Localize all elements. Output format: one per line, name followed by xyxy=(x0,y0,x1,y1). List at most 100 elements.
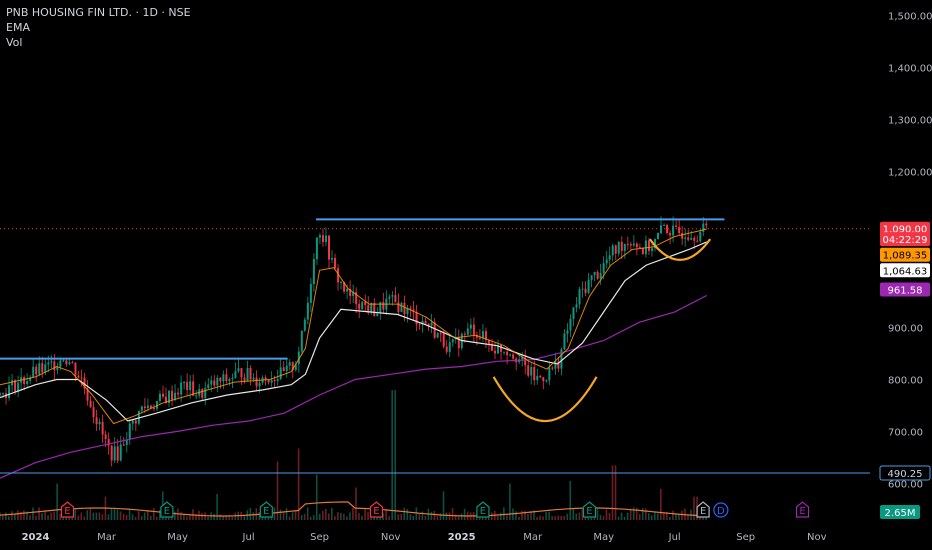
candle-body xyxy=(2,393,5,395)
symbol-title[interactable]: PNB HOUSING FIN LTD. · 1D · NSE xyxy=(6,6,191,20)
candle-body xyxy=(463,333,466,335)
candle-body xyxy=(503,351,506,353)
volume-bar xyxy=(457,516,460,520)
x-tick-label: Mar xyxy=(97,532,117,543)
volume-bar xyxy=(77,515,80,520)
candle-body xyxy=(669,232,672,236)
candle-body xyxy=(228,379,231,381)
candle-body xyxy=(494,350,497,354)
volume-bar xyxy=(243,515,246,520)
volume-bar xyxy=(343,513,345,520)
volume-bar xyxy=(599,514,602,520)
candle-body xyxy=(249,367,252,380)
candle-body xyxy=(222,374,225,382)
earnings-marker[interactable]: E xyxy=(259,501,273,518)
earnings-marker[interactable]: E xyxy=(476,501,490,518)
volume-bar xyxy=(309,516,312,520)
price-chart[interactable]: 1,500.00 1,400.00 1,300.00 1,200.00 900.00 80… xyxy=(0,0,932,550)
candle-body xyxy=(35,366,38,375)
earnings-marker[interactable]: E xyxy=(582,501,597,518)
candle-body xyxy=(273,380,276,382)
earnings-marker[interactable]: E xyxy=(795,501,810,518)
volume-bar xyxy=(279,509,282,520)
candle-body xyxy=(346,288,349,292)
volume-bar xyxy=(2,515,4,520)
volume-bar xyxy=(23,510,25,520)
candle-body xyxy=(177,392,180,395)
volume-bar xyxy=(650,515,653,520)
candle-body xyxy=(388,296,391,299)
candle-body xyxy=(80,377,83,379)
volume-bar xyxy=(424,515,427,520)
volume-bar xyxy=(388,516,390,520)
volume-bar xyxy=(113,507,116,520)
volume-bar xyxy=(500,512,502,520)
x-tick-label: Jul xyxy=(668,532,681,543)
volume-bar xyxy=(626,512,629,520)
ema-long-line xyxy=(0,294,707,479)
volume-bar xyxy=(460,513,463,520)
volume-bar xyxy=(201,512,203,520)
volume-bar xyxy=(421,511,424,520)
volume-bar xyxy=(5,512,7,520)
volume-bar xyxy=(306,507,309,520)
candle-body xyxy=(358,303,361,310)
x-tick-label: Jul xyxy=(242,532,255,543)
candle-body xyxy=(38,363,41,375)
volume-indicator-label[interactable]: Vol xyxy=(6,36,22,50)
candle-body xyxy=(542,377,545,381)
y-tick-label: 1,200.00 xyxy=(888,168,932,179)
candle-body xyxy=(303,319,306,331)
candle-body xyxy=(439,333,442,335)
volume-bar xyxy=(29,515,31,520)
x-tick-label: Sep xyxy=(310,532,329,543)
candle-body xyxy=(315,237,318,260)
volume-bar xyxy=(678,514,680,520)
earnings-marker[interactable]: E xyxy=(696,501,710,518)
y-tick-label: 900.00 xyxy=(888,323,923,334)
volume-bar xyxy=(288,516,291,520)
time-axis[interactable]: 2024 Mar May Jul Sep Nov 2025 Mar May Jul Sep Nov xyxy=(22,532,827,543)
candle-body xyxy=(608,255,611,260)
volume-bar xyxy=(56,483,58,520)
volume-bar xyxy=(80,512,83,520)
volume-bar xyxy=(195,515,197,520)
candle-body xyxy=(394,295,397,303)
volume-bar xyxy=(575,513,578,520)
volume-bar xyxy=(641,507,644,520)
candle-body xyxy=(545,380,548,382)
volume-bar xyxy=(137,511,140,520)
marker-label: E xyxy=(263,506,269,517)
volume-bar xyxy=(50,512,52,520)
candle-body xyxy=(572,307,575,319)
x-tick-label: 2025 xyxy=(448,532,476,543)
volume-bar xyxy=(403,507,406,520)
volume-bar xyxy=(400,513,403,520)
earnings-marker[interactable]: E xyxy=(369,501,384,518)
candle-body xyxy=(578,289,581,305)
volume-bar xyxy=(412,515,415,520)
volume-bar xyxy=(128,510,131,520)
candle-body xyxy=(207,384,210,389)
candle-body xyxy=(403,302,406,315)
candle-body xyxy=(632,243,635,246)
volume-bar xyxy=(681,510,683,520)
candle-body xyxy=(240,368,243,378)
volume-bar xyxy=(83,516,86,520)
volume-bar xyxy=(312,515,315,520)
volume-bar xyxy=(207,516,209,520)
candle-body xyxy=(678,227,681,234)
volume-bar xyxy=(294,510,297,520)
ema-indicator-label[interactable]: EMA xyxy=(6,21,30,35)
candle-body xyxy=(593,271,596,276)
candle-body xyxy=(376,313,379,317)
volume-bar xyxy=(445,512,448,520)
x-tick-label: Mar xyxy=(523,532,543,543)
candle-body xyxy=(433,322,436,338)
earnings-marker[interactable]: E xyxy=(60,501,75,518)
dividend-marker[interactable]: D xyxy=(713,502,729,518)
candle-body xyxy=(581,288,584,290)
candle-body xyxy=(445,346,448,352)
candle-body xyxy=(596,271,599,279)
candle-body xyxy=(478,337,481,339)
